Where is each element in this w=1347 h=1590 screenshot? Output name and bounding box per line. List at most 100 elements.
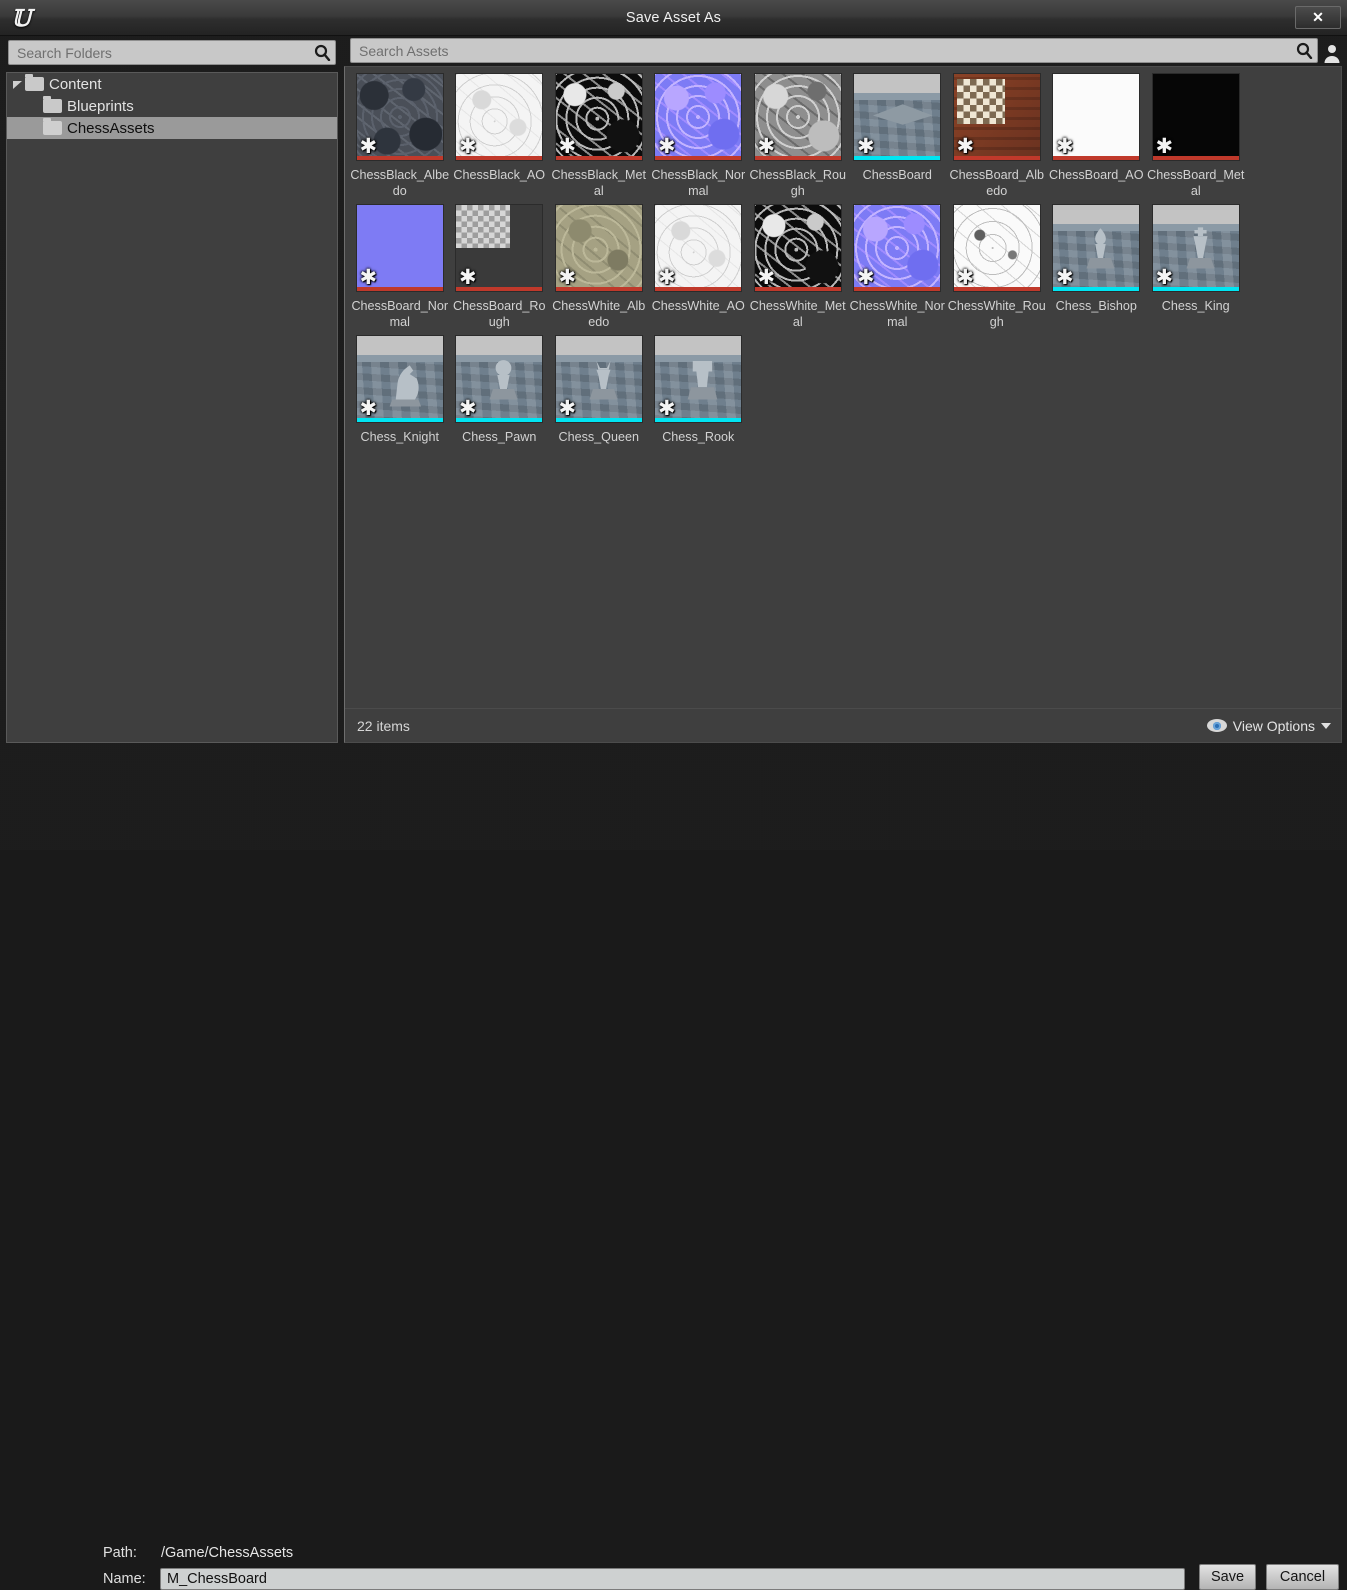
unsaved-changes-icon: ✱ [1155, 134, 1174, 158]
asset-tile[interactable]: ✱ ChessBoard_AO [1047, 73, 1147, 199]
unsaved-changes-icon: ✱ [458, 396, 477, 420]
asset-tile[interactable]: ✱ Chess_Rook [649, 335, 749, 446]
asset-name-input[interactable] [160, 1568, 1185, 1590]
asset-tile[interactable]: ✱ Chess_Bishop [1047, 204, 1147, 330]
asset-tile[interactable]: ✱ ChessBoard_Normal [350, 204, 450, 330]
save-button[interactable]: Save [1199, 1564, 1256, 1590]
asset-label: Chess_King [1161, 299, 1230, 313]
view-options-button[interactable]: View Options [1206, 718, 1331, 734]
close-icon: ✕ [1312, 9, 1324, 25]
folder-icon [25, 74, 44, 91]
asset-thumbnail[interactable]: ✱ [554, 204, 643, 292]
chess-piece-render [1073, 223, 1129, 284]
chess-piece-render [575, 354, 631, 415]
asset-tile[interactable]: ✱ ChessWhite_Albedo [549, 204, 649, 330]
asset-tile[interactable]: ✱ ChessBoard_Rough [450, 204, 550, 330]
user-icon[interactable] [1320, 38, 1344, 63]
unsaved-changes-icon: ✱ [956, 134, 975, 158]
asset-type-color-bar [555, 156, 642, 160]
asset-label: ChessBlack_Albedo [350, 168, 450, 198]
search-icon[interactable] [1293, 40, 1315, 62]
asset-label: Chess_Knight [360, 430, 439, 444]
asset-thumbnail[interactable]: ✱ [654, 73, 743, 161]
asset-tile[interactable]: ✱ ChessBlack_Albedo [350, 73, 450, 199]
asset-tile[interactable]: ✱ ChessBoard_Albedo [947, 73, 1047, 199]
asset-thumbnail[interactable]: ✱ [554, 73, 643, 161]
path-value: /Game/ChessAssets [161, 1545, 294, 1561]
chess-piece-render [867, 80, 939, 141]
asset-tile[interactable]: ✱ Chess_Queen [549, 335, 649, 446]
folder-icon [43, 96, 62, 113]
asset-type-color-bar [356, 418, 443, 422]
asset-thumbnail[interactable]: ✱ [952, 73, 1041, 161]
asset-thumbnail[interactable]: ✱ [1151, 204, 1240, 292]
asset-type-color-bar [754, 287, 841, 291]
folder-tree-item-blueprints[interactable]: Blueprints [7, 95, 337, 117]
asset-label: ChessBlack_Metal [551, 168, 647, 198]
asset-search-input[interactable]: Search Assets [350, 38, 1318, 63]
asset-thumbnail[interactable]: ✱ [1052, 73, 1141, 161]
asset-thumbnail[interactable]: ✱ [1151, 73, 1240, 161]
asset-label: Chess_Queen [558, 430, 639, 444]
save-button-label: Save [1210, 1569, 1245, 1585]
folder-tree-item-chessassets[interactable]: ChessAssets [7, 117, 337, 139]
asset-grid: ✱ ChessBlack_Albedo ✱ ChessBlack_AO ✱ ChessBl… [345, 67, 1341, 708]
asset-thumbnail[interactable]: ✱ [355, 335, 444, 423]
expand-triangle-icon[interactable] [11, 78, 24, 91]
unsaved-changes-icon: ✱ [757, 134, 776, 158]
unsaved-changes-icon: ✱ [856, 134, 875, 158]
asset-thumbnail[interactable]: ✱ [654, 335, 743, 423]
asset-label: ChessWhite_Normal [849, 299, 945, 329]
asset-type-color-bar [953, 287, 1040, 291]
asset-type-color-bar [555, 287, 642, 291]
asset-tile[interactable]: ✱ ChessBoard_Metal [1146, 73, 1246, 199]
asset-tile[interactable]: ✱ ChessWhite_Rough [947, 204, 1047, 330]
asset-thumbnail[interactable]: ✱ [853, 73, 942, 161]
asset-tile[interactable]: ✱ ChessBlack_Rough [748, 73, 848, 199]
asset-type-color-bar [754, 156, 841, 160]
asset-tile[interactable]: ✱ ChessBoard [848, 73, 948, 199]
unsaved-changes-icon: ✱ [1155, 265, 1174, 289]
asset-tile[interactable]: ✱ ChessWhite_Normal [848, 204, 948, 330]
asset-tile[interactable]: ✱ Chess_King [1146, 204, 1246, 330]
asset-type-color-bar [555, 418, 642, 422]
unsaved-changes-icon: ✱ [757, 265, 776, 289]
asset-thumbnail[interactable]: ✱ [1052, 204, 1141, 292]
asset-thumbnail[interactable]: ✱ [753, 73, 842, 161]
asset-label: ChessBlack_Normal [651, 168, 746, 198]
asset-thumbnail[interactable]: ✱ [853, 204, 942, 292]
asset-tile[interactable]: ✱ ChessBlack_Normal [649, 73, 749, 199]
asset-tile[interactable]: ✱ ChessBlack_Metal [549, 73, 649, 199]
asset-type-color-bar [356, 156, 443, 160]
close-button[interactable]: ✕ [1295, 6, 1341, 29]
asset-tile[interactable]: ✱ ChessWhite_AO [649, 204, 749, 330]
path-label: Path: [103, 1545, 137, 1561]
cancel-button[interactable]: Cancel [1266, 1564, 1339, 1590]
unsaved-changes-icon: ✱ [558, 396, 577, 420]
asset-label: ChessWhite_AO [651, 299, 745, 313]
folder-tree-item-content[interactable]: Content [7, 73, 337, 95]
asset-thumbnail[interactable]: ✱ [554, 335, 643, 423]
asset-thumbnail[interactable]: ✱ [355, 73, 444, 161]
search-icon[interactable] [311, 42, 333, 64]
asset-browser-panel: ✱ ChessBlack_Albedo ✱ ChessBlack_AO ✱ ChessBl… [344, 66, 1342, 743]
asset-tile[interactable]: ✱ ChessBlack_AO [450, 73, 550, 199]
asset-thumbnail[interactable]: ✱ [952, 204, 1041, 292]
asset-thumbnail[interactable]: ✱ [455, 204, 544, 292]
asset-type-color-bar [356, 287, 443, 291]
asset-thumbnail[interactable]: ✱ [455, 335, 544, 423]
asset-tile[interactable]: ✱ Chess_Knight [350, 335, 450, 446]
asset-thumbnail[interactable]: ✱ [753, 204, 842, 292]
asset-thumbnail[interactable]: ✱ [455, 73, 544, 161]
unsaved-changes-icon: ✱ [956, 265, 975, 289]
asset-thumbnail[interactable]: ✱ [654, 204, 743, 292]
chess-piece-render [1172, 223, 1228, 284]
asset-type-color-bar [655, 287, 742, 291]
asset-type-color-bar [456, 156, 543, 160]
asset-tile[interactable]: ✱ Chess_Pawn [450, 335, 550, 446]
asset-type-color-bar [1053, 287, 1140, 291]
asset-tile[interactable]: ✱ ChessWhite_Metal [748, 204, 848, 330]
asset-thumbnail[interactable]: ✱ [355, 204, 444, 292]
folder-tree-item-label: Content [49, 75, 102, 93]
folder-search-input[interactable]: Search Folders [8, 40, 336, 65]
